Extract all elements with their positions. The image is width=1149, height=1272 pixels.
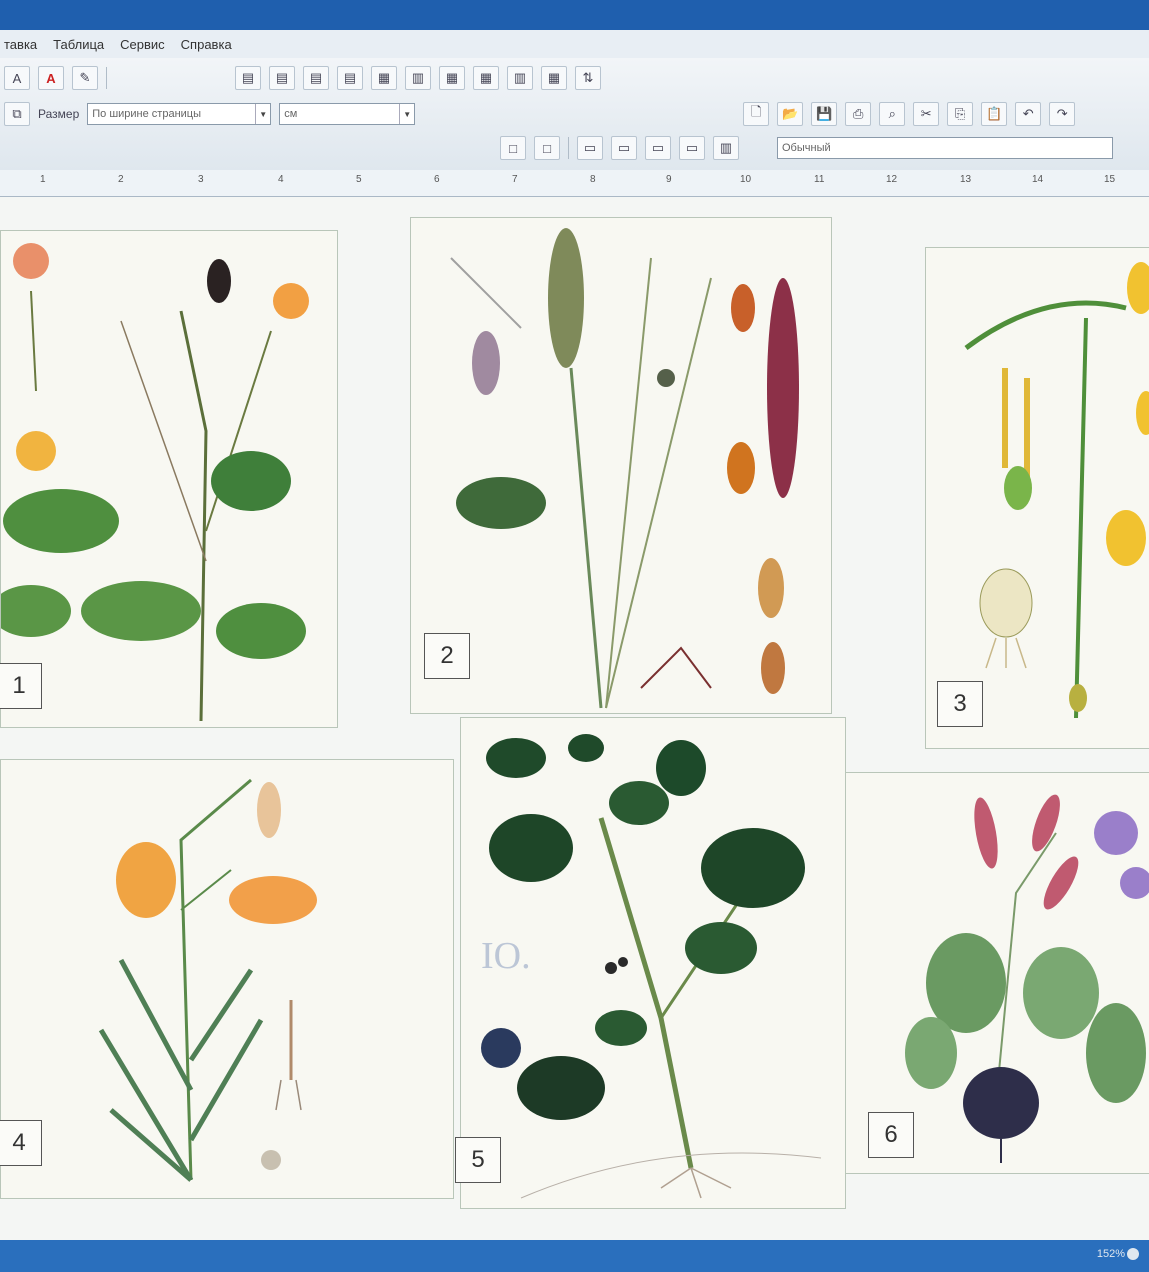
ruler-tick: 14: [1032, 174, 1044, 185]
ruler-tick: 3: [198, 174, 204, 185]
toolbar-separator: [568, 137, 569, 159]
panel-number-3: 3: [937, 681, 983, 727]
size-label: Размер: [38, 107, 80, 121]
align-right-icon[interactable]: ▤: [303, 66, 329, 90]
document-page[interactable]: 1 2 3 4 IO. 5 6: [0, 197, 1149, 1240]
plant-image-3[interactable]: [925, 247, 1149, 749]
ruler-tick: 6: [434, 174, 440, 185]
toolbar: A A ✎ ▤ ▤ ▤ ▤ ▦ ▥ ▦ ▦ ▥ ▦ ⇅ ⧉ Размер По …: [0, 58, 1149, 171]
paste-icon[interactable]: 📋: [981, 102, 1008, 126]
status-bar: 152%: [0, 1240, 1149, 1272]
new-document-icon[interactable]: 🗋: [743, 102, 770, 126]
panel-number-1: 1: [0, 663, 42, 709]
table-delete-icon[interactable]: ▦: [541, 66, 567, 90]
table-row-icon[interactable]: ▦: [439, 66, 465, 90]
page-icon[interactable]: ▭: [577, 136, 603, 160]
table-insert-icon[interactable]: ▦: [371, 66, 397, 90]
chevron-down-icon[interactable]: ▼: [255, 104, 270, 124]
fit-width-select[interactable]: По ширине страницы ▼: [87, 103, 272, 125]
menu-item-table[interactable]: Таблица: [53, 37, 104, 52]
menu-item-insert[interactable]: тавка: [4, 37, 37, 52]
highlight-icon[interactable]: ✎: [72, 66, 98, 90]
fit-width-select-value: По ширине страницы: [92, 108, 202, 120]
border-outer-icon[interactable]: □: [534, 136, 560, 160]
lily-illustration: [98, 778, 317, 1182]
plant-image-5[interactable]: IO.: [460, 717, 846, 1209]
ruler-tick: 1: [40, 174, 46, 185]
table-column-icon[interactable]: ▥: [405, 66, 431, 90]
table-merge-icon[interactable]: ▦: [473, 66, 499, 90]
crucifer-illustration: [1, 243, 309, 722]
ruler-tick: 8: [590, 174, 596, 185]
copy-icon[interactable]: ⎘: [947, 102, 974, 126]
ruler-tick: 13: [960, 174, 972, 185]
toolbar-separator: [106, 67, 107, 89]
menu-item-tools[interactable]: Сервис: [120, 37, 165, 52]
bulbous-plant-illustration: [964, 262, 1149, 719]
cut-icon[interactable]: ✂: [913, 102, 940, 126]
ruler-tick: 9: [666, 174, 672, 185]
panel-number-6: 6: [868, 1112, 914, 1158]
ruler-tick: 11: [814, 174, 825, 185]
find-icon[interactable]: ⌕: [879, 102, 906, 126]
footer-icon[interactable]: ▭: [679, 136, 705, 160]
font-size-increase-icon[interactable]: A: [4, 66, 30, 90]
unit-select-value: см: [284, 108, 298, 120]
open-folder-icon[interactable]: 📂: [777, 102, 804, 126]
paragraph-style-select[interactable]: Обычный: [777, 137, 1113, 159]
zoom-slider-handle[interactable]: [1127, 1248, 1139, 1260]
zoom-level: 152%: [1096, 1248, 1125, 1260]
ruler-tick: 10: [740, 174, 752, 185]
chevron-down-icon[interactable]: ▼: [399, 104, 414, 124]
align-left-icon[interactable]: ▤: [235, 66, 261, 90]
ruler-tick: 2: [118, 174, 124, 185]
window-title-bar: [0, 0, 1149, 30]
horizontal-ruler[interactable]: 1 2 3 4 5 6 7 8 9 10 11 12 13 14 15: [0, 170, 1149, 197]
ruler-tick: 12: [886, 174, 898, 185]
plant-image-4[interactable]: [0, 759, 454, 1199]
font-color-icon[interactable]: A: [38, 66, 64, 90]
ruler-tick: 7: [512, 174, 518, 185]
plant-image-2[interactable]: [410, 217, 832, 714]
menu-item-help[interactable]: Справка: [181, 37, 232, 52]
sort-icon[interactable]: ⇅: [575, 66, 601, 90]
panel-number-4: 4: [0, 1120, 42, 1166]
undo-icon[interactable]: ↶: [1015, 102, 1042, 126]
panel-number-2: 2: [424, 633, 470, 679]
columns-icon[interactable]: ▥: [713, 136, 739, 160]
page-layout-icon[interactable]: ▭: [611, 136, 637, 160]
menu-bar: тавка Таблица Сервис Справка: [0, 30, 1149, 58]
unit-select[interactable]: см ▼: [279, 103, 416, 125]
image-size-icon[interactable]: ⧉: [4, 102, 30, 126]
redo-icon[interactable]: ↷: [1049, 102, 1076, 126]
print-icon[interactable]: ⎙: [845, 102, 872, 126]
ruler-tick: 5: [356, 174, 362, 185]
panel-number-5: 5: [455, 1137, 501, 1183]
table-split-icon[interactable]: ▥: [507, 66, 533, 90]
border-icon[interactable]: □: [500, 136, 526, 160]
plant-image-1[interactable]: [0, 230, 338, 728]
nightshade-illustration: IO.: [481, 734, 822, 1199]
align-center-icon[interactable]: ▤: [269, 66, 295, 90]
paragraph-style-value: Обычный: [782, 142, 831, 154]
cereal-illustration: [450, 228, 799, 709]
seed-sketch: IO.: [481, 935, 531, 977]
align-justify-icon[interactable]: ▤: [337, 66, 363, 90]
header-icon[interactable]: ▭: [645, 136, 671, 160]
ruler-tick: 15: [1104, 174, 1116, 185]
ruler-tick: 4: [278, 174, 284, 185]
save-icon[interactable]: 💾: [811, 102, 838, 126]
